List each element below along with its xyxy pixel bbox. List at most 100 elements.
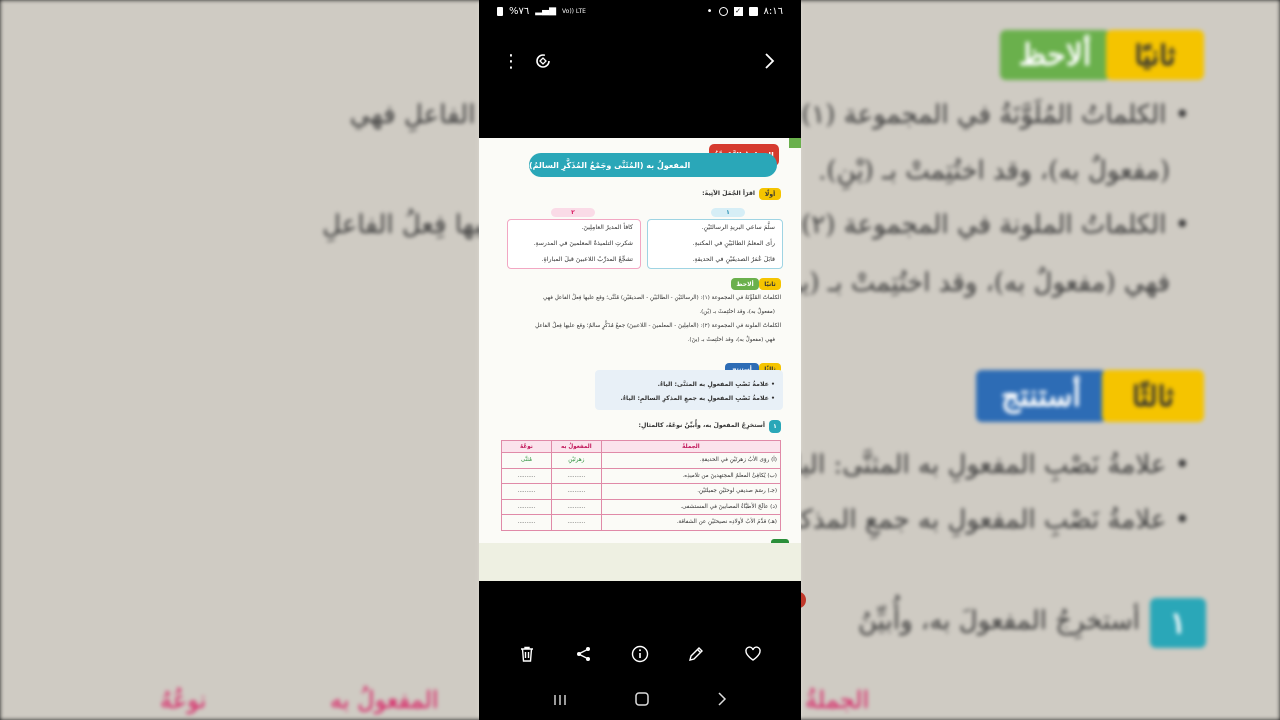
- back-icon[interactable]: [716, 691, 728, 711]
- table-cell: ..........: [550, 483, 602, 500]
- part2-badge-text: ثانيًا: [764, 280, 776, 288]
- table-header-sentence: الجملةُ: [600, 440, 782, 453]
- group1-sentence-3: قابَلَ عُمَرُ الصديقَيْنِ في الحديقةِ.: [692, 256, 775, 263]
- table-row: (أ) روَى الأبُ زهرتَيْنِ في الحديقةِ. زه…: [501, 452, 782, 469]
- lesson-title-text: المفعولُ به (المُثَنَّى وجَمْعُ المُذَكَ…: [529, 160, 691, 170]
- share-icon[interactable]: [575, 645, 593, 667]
- table-header-row: الجملةُ المفعولُ به نوعُهُ: [501, 440, 782, 453]
- part2-title-text: ألاحظ: [736, 280, 754, 288]
- bg-line-6: • علامةُ نَصْبِ المفعولِ به جمعِ المذكرِ: [786, 505, 1190, 535]
- bg-exercise-badge: ١: [1150, 598, 1206, 648]
- trash-icon[interactable]: [518, 645, 536, 667]
- exercise-title: أستخرِجُ المفعولَ به، وأُبيِّنُ نوعَهُ، …: [638, 422, 765, 429]
- info-icon[interactable]: [631, 645, 649, 667]
- bg-badge3-label: أستنتج: [1001, 378, 1081, 414]
- rotate-icon[interactable]: [531, 49, 555, 73]
- network-label: Vo)) LTE: [562, 7, 586, 15]
- status-left: %٧٦ ▂▄▆ Vo)) LTE: [497, 6, 586, 17]
- bg-line-4: فهي (مفعولٌ به)، وقد اختُتِمتْ بـ (ينَ).: [763, 268, 1170, 298]
- bg-badge-part2-num: ثانيًا: [1106, 30, 1204, 80]
- dot-icon: •: [706, 5, 713, 17]
- exercise-table: الجملةُ المفعولُ به نوعُهُ (أ) روَى الأب…: [501, 440, 782, 531]
- note1-line-b: (مفعولٌ به)، وقد اختُتِمتْ بـ (يْنِ).: [699, 309, 775, 315]
- action-bar: [479, 636, 801, 676]
- rule-2-text: علامةُ نَصْبِ المفعولِ به جمعِ المذكرِ ا…: [620, 395, 769, 402]
- table-cell: (أ) روَى الأبُ زهرتَيْنِ في الحديقةِ.: [600, 452, 782, 469]
- page-bottom-strip: [479, 543, 801, 581]
- bg-line-7: أستخرِجُ المفعولَ به، وأُبيِّنُ: [858, 606, 1140, 636]
- group2-sentence-3: تشجِّعُ المدرِّبُ اللاعبينَ قبلَ المبارا…: [541, 256, 633, 263]
- phone-screen: %٧٦ ▂▄▆ Vo)) LTE • ✓ ٨:١٦ ⋮ القواعدُ الن…: [479, 0, 801, 720]
- table-cell: (جـ) رسَمَ صديقي لوحتَيْنِ جميلتَيْنِ.: [600, 483, 782, 500]
- bg-header-sentence: الجملةُ: [805, 686, 870, 714]
- bg-header-object: المفعولُ به: [330, 686, 439, 714]
- table-cell: (ب) يُكافِئُ المعلمُ المجتهدينَ من تلامي…: [600, 467, 782, 484]
- table-cell: ..........: [501, 498, 552, 515]
- table-cell: (د) عالَجَ الأطبَّاءُ المصابينَ في المست…: [600, 498, 782, 515]
- bg-badge-label: ألاحظ: [1018, 37, 1092, 73]
- photo-view[interactable]: القواعدُ النَّحْوِيَّةُ المفعولُ به (الم…: [479, 138, 801, 581]
- table-cell: زهرتَيْنِ: [550, 452, 602, 469]
- bg-exercise-num: ١: [1169, 605, 1187, 641]
- group1-number: ١: [711, 208, 745, 217]
- table-cell: ..........: [550, 467, 602, 484]
- bg-line-5: • علامةُ نَصْبِ المفعولِ به المثنَّى: ال…: [782, 450, 1190, 480]
- table-header-object: المفعولُ به: [550, 440, 602, 453]
- group2-number: ٢: [551, 208, 595, 217]
- viewer-toolbar: ⋮: [479, 44, 801, 78]
- gallery-icon: [748, 6, 758, 16]
- group2-number-text: ٢: [571, 209, 575, 216]
- bg-line-2: (مفعولٌ به)، وقد اختُتِمتْ بـ (يْنِ).: [818, 156, 1170, 186]
- table-row: (جـ) رسَمَ صديقي لوحتَيْنِ جميلتَيْنِ. .…: [501, 483, 782, 500]
- group1-sentence-1: سلَّمَ ساعي البريدِ الرسالتَيْنِ.: [701, 224, 775, 231]
- table-cell: ..........: [501, 483, 552, 500]
- note2-line-a: الكلماتُ الملونة في المجموعة (٢): (العام…: [535, 323, 781, 329]
- check-icon: ✓: [733, 6, 743, 16]
- heart-icon[interactable]: [744, 645, 762, 667]
- battery-icon: [497, 6, 503, 16]
- home-icon[interactable]: [634, 691, 650, 711]
- chevron-right-icon[interactable]: [757, 49, 781, 73]
- group1-number-text: ١: [726, 209, 730, 216]
- part2-badge: ثانيًا: [759, 278, 781, 290]
- rule-1-text: علامةُ نَصْبِ المفعولِ به المثنَّى: اليا…: [657, 381, 769, 388]
- bg-badge3-num-label: ثالثًا: [1132, 379, 1174, 413]
- status-bar: %٧٦ ▂▄▆ Vo)) LTE • ✓ ٨:١٦: [479, 0, 801, 22]
- table-row: (ب) يُكافِئُ المعلمُ المجتهدينَ من تلامي…: [501, 467, 782, 484]
- table-cell: ..........: [501, 514, 552, 531]
- table-row: (هـ) قدَّمَ الأبُ لأولادِه نصيحتَيْنِ عن…: [501, 514, 782, 531]
- signal-icon: ▂▄▆: [535, 6, 557, 16]
- part1-badge-text: أولًا: [764, 190, 776, 198]
- recents-icon[interactable]: [552, 692, 568, 711]
- table-row: (د) عالَجَ الأطبَّاءُ المصابينَ في المست…: [501, 498, 782, 515]
- table-cell: ..........: [501, 467, 552, 484]
- rule-2: • علامةُ نَصْبِ المفعولِ به جمعِ المذكرِ…: [620, 395, 776, 402]
- battery-level: %٧٦: [509, 5, 530, 17]
- table-header-type: نوعُهُ: [501, 440, 552, 453]
- pencil-icon[interactable]: [687, 645, 705, 667]
- rules-box: [595, 370, 783, 410]
- part1-title: اقرَأ الجُمَلَ الآتِيةَ:: [702, 190, 755, 197]
- group2-sentence-2: شكرتِ التلميذةُ المعلمينَ في المدرسةِ.: [533, 240, 633, 247]
- bg-badge-part2: ألاحظ: [1000, 30, 1110, 80]
- group1-sentence-2: رأى المعلمُ الطالبَيْنِ في المكتبةِ.: [692, 240, 775, 247]
- note1-line-a: الكلماتُ المُلَوَّنَةُ في المجموعة (١): …: [543, 295, 781, 301]
- textbook-page: القواعدُ النَّحْوِيَّةُ المفعولُ به (الم…: [479, 138, 801, 551]
- bg-badge-part3: أستنتج: [976, 370, 1106, 422]
- exercise-badge-text: ١: [773, 423, 777, 430]
- table-cell: (هـ) قدَّمَ الأبُ لأولادِه نصيحتَيْنِ عن…: [600, 514, 782, 531]
- note2-line-b: فهي (مفعولٌ به)، وقد اختُتِمتْ بـ (ينَ).: [687, 337, 775, 343]
- table-cell: ..........: [550, 498, 602, 515]
- table-cell: مُثنَّى: [501, 452, 552, 469]
- exercise-badge: ١: [769, 420, 781, 433]
- more-vertical-icon[interactable]: ⋮: [499, 49, 523, 73]
- corner-fold: [789, 138, 801, 148]
- group2-sentence-1: كافأ المديرُ العامِلِينَ.: [581, 224, 633, 231]
- system-nav-bar: [479, 686, 801, 716]
- lesson-title: المفعولُ به (المُثَنَّى وجَمْعُ المُذَكَ…: [529, 153, 777, 177]
- part1-badge: أولًا: [759, 188, 781, 200]
- status-right: • ✓ ٨:١٦: [707, 6, 783, 17]
- bg-badge-num-label: ثانيًا: [1134, 38, 1176, 72]
- part2-title: ألاحظ: [731, 278, 759, 290]
- whatsapp-icon: [718, 6, 728, 16]
